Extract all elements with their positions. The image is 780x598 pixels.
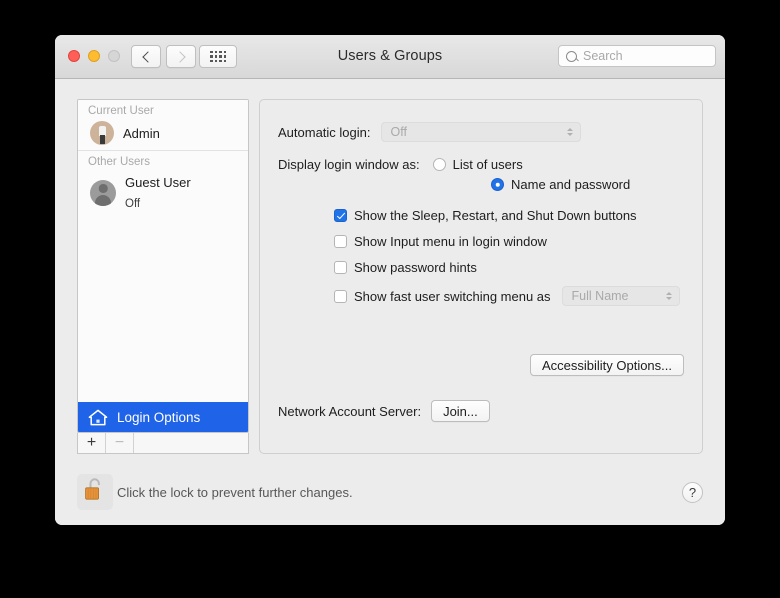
radio-list-of-users[interactable]: List of users: [432, 157, 523, 172]
add-remove-toolbar: + −: [77, 433, 249, 454]
remove-user-button: −: [106, 433, 134, 453]
user-name-admin: Admin: [123, 125, 160, 141]
checkbox-sleep-restart-shutdown[interactable]: Show the Sleep, Restart, and Shut Down b…: [334, 208, 637, 223]
group-header-current-user: Current User: [78, 100, 248, 119]
radio-button-selected-icon: [491, 178, 504, 191]
list-item-admin[interactable]: Admin: [78, 119, 248, 150]
generic-person-icon: [90, 180, 116, 206]
radio-name-and-password[interactable]: Name and password: [491, 177, 630, 192]
checkbox-label-sleep-restart-shutdown: Show the Sleep, Restart, and Shut Down b…: [354, 208, 637, 223]
user-name-guest: Guest User: [125, 175, 191, 190]
house-icon: [88, 409, 108, 426]
checkbox-password-hints[interactable]: Show password hints: [334, 260, 477, 275]
radio-label-name-and-password: Name and password: [511, 177, 631, 192]
network-account-server-label: Network Account Server:: [278, 403, 422, 419]
sidebar-item-label: Login Options: [117, 409, 201, 425]
window-body: Current User Admin Other Users Guest Use…: [55, 79, 725, 525]
checkbox-label-input-menu: Show Input menu in login window: [354, 234, 547, 249]
automatic-login-value: Off: [390, 125, 407, 139]
users-sidebar: Current User Admin Other Users Guest Use…: [77, 99, 249, 433]
sidebar-item-login-options[interactable]: Login Options: [78, 402, 248, 432]
checkbox-unchecked-icon: [334, 289, 347, 303]
checkbox-label-password-hints: Show password hints: [354, 260, 477, 275]
lock-status-text: Click the lock to prevent further change…: [117, 485, 353, 500]
group-header-other-users: Other Users: [78, 151, 248, 170]
system-preferences-window: Users & Groups Search Current User Admin…: [55, 35, 725, 525]
checkbox-label-fast-user-switching: Show fast user switching menu as: [354, 288, 551, 304]
chevron-updown-icon: [665, 292, 672, 300]
user-photo-avatar: [90, 121, 114, 145]
display-login-window-row: Display login window as: List of users: [278, 157, 523, 172]
checkbox-input-menu[interactable]: Show Input menu in login window: [334, 234, 547, 249]
automatic-login-label: Automatic login:: [278, 124, 371, 140]
help-button[interactable]: ?: [682, 482, 703, 503]
automatic-login-popup: Off: [380, 122, 581, 142]
user-status-guest: Off: [125, 198, 141, 210]
list-item-guest-user[interactable]: Guest User Off: [78, 170, 248, 219]
lock-button[interactable]: [77, 474, 113, 510]
checkbox-unchecked-icon: [334, 235, 347, 248]
network-account-server-row: Network Account Server: Join...: [278, 400, 490, 422]
checkbox-fast-user-switching[interactable]: Show fast user switching menu as Full Na…: [334, 286, 680, 306]
search-placeholder: Search: [583, 49, 623, 63]
unlocked-padlock-icon: [84, 477, 106, 508]
fast-user-switching-popup: Full Name: [561, 286, 680, 306]
search-field[interactable]: Search: [558, 45, 716, 67]
fast-user-switching-value: Full Name: [571, 289, 629, 303]
window-titlebar: Users & Groups Search: [55, 35, 725, 79]
accessibility-options-button[interactable]: Accessibility Options...: [529, 354, 684, 376]
checkbox-unchecked-icon: [334, 261, 347, 274]
automatic-login-row: Automatic login: Off: [278, 122, 581, 142]
chevron-updown-icon: [566, 128, 573, 136]
add-user-button[interactable]: +: [78, 433, 106, 453]
login-options-panel: Automatic login: Off Display login windo…: [259, 99, 703, 454]
radio-button-unselected-icon: [432, 158, 446, 171]
search-icon: [566, 50, 577, 62]
join-button[interactable]: Join...: [431, 400, 490, 422]
checkbox-checked-icon: [334, 209, 347, 222]
display-login-window-label: Display login window as:: [278, 157, 420, 172]
toolbar-filler: [134, 433, 248, 453]
radio-label-list-of-users: List of users: [452, 157, 523, 172]
